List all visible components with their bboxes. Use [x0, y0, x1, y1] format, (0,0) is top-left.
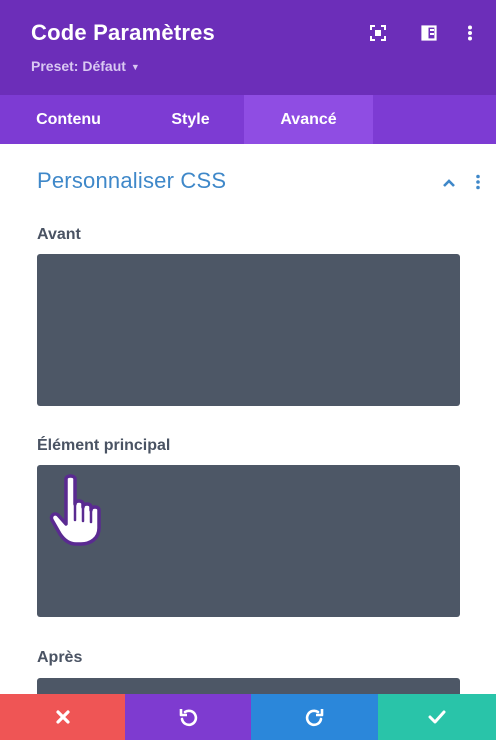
- tab-style[interactable]: Style: [137, 95, 244, 144]
- section-header[interactable]: Personnaliser CSS: [37, 168, 483, 200]
- tab-bar: Contenu Style Avancé: [0, 95, 496, 144]
- redo-icon: [305, 709, 323, 727]
- redo-button[interactable]: [251, 694, 378, 740]
- hand-pointer-icon: [48, 474, 108, 551]
- section-options-icon[interactable]: [475, 174, 481, 195]
- tab-contenu[interactable]: Contenu: [0, 95, 137, 144]
- footer-action-bar: [0, 694, 496, 740]
- tab-avance[interactable]: Avancé: [244, 95, 373, 144]
- field-label-apres: Après: [37, 649, 83, 666]
- fullscreen-icon[interactable]: [369, 24, 387, 42]
- section-title: Personnaliser CSS: [37, 168, 227, 193]
- undo-button[interactable]: [125, 694, 251, 740]
- preset-label: Preset: Défaut: [31, 58, 126, 74]
- caret-down-icon: ▼: [130, 62, 140, 72]
- preset-selector[interactable]: Preset: Défaut ▼: [31, 58, 140, 74]
- modal-title: Code Paramètres: [31, 20, 215, 45]
- settings-header: Code Paramètres Preset: Défaut ▼: [0, 0, 496, 95]
- field-label-element-principal: Élément principal: [37, 437, 171, 454]
- checkmark-icon: [428, 710, 446, 724]
- save-button[interactable]: [378, 694, 496, 740]
- cancel-button[interactable]: [0, 694, 125, 740]
- more-options-icon[interactable]: [461, 24, 479, 42]
- close-icon: [55, 710, 70, 724]
- css-editor-avant[interactable]: [37, 254, 460, 406]
- chevron-up-icon[interactable]: [442, 175, 456, 193]
- undo-icon: [179, 709, 198, 727]
- field-label-avant: Avant: [37, 226, 81, 243]
- split-view-icon[interactable]: [420, 24, 438, 42]
